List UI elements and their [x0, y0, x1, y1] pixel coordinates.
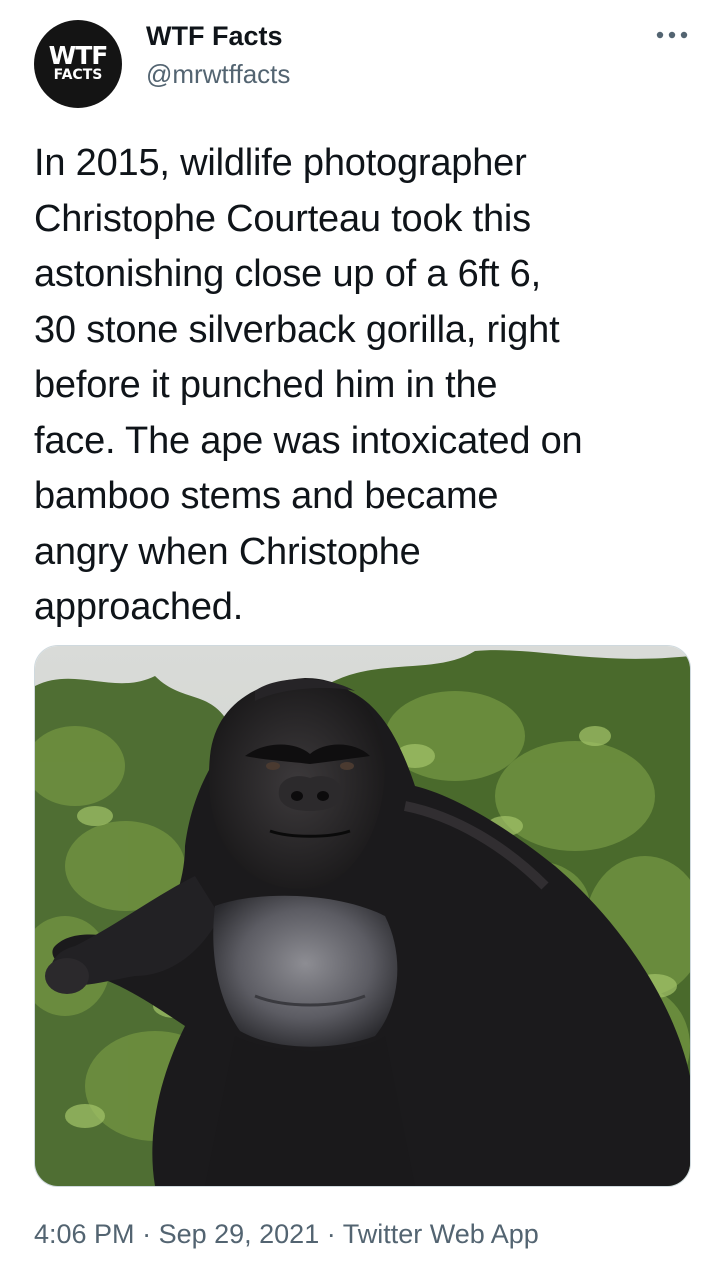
tweet-text: In 2015, wildlife photographer Christoph…: [34, 142, 583, 628]
more-options-button[interactable]: [650, 20, 694, 50]
tweet-source-app[interactable]: Twitter Web App: [343, 1219, 539, 1249]
author-display-name[interactable]: WTF Facts: [146, 18, 283, 54]
meta-separator: ·: [134, 1219, 159, 1249]
avatar-logo-text-top: WTF: [48, 41, 109, 70]
tweet-metadata: 4:06 PM · Sep 29, 2021 · Twitter Web App: [34, 1214, 539, 1254]
tweet-time[interactable]: 4:06 PM: [34, 1219, 135, 1249]
meta-separator: ·: [319, 1219, 343, 1249]
author-handle[interactable]: @mrwtffacts: [146, 56, 290, 92]
tweet: WTF FACTS WTF Facts @mrwtffacts In 2015,…: [0, 0, 723, 1280]
more-horizontal-icon: [656, 31, 688, 39]
tweet-photo[interactable]: [34, 645, 691, 1187]
gorilla-photo: [35, 646, 690, 1186]
tweet-date[interactable]: Sep 29, 2021: [159, 1219, 320, 1249]
avatar[interactable]: WTF FACTS: [34, 20, 122, 108]
avatar-logo-text-bottom: FACTS: [53, 67, 103, 83]
